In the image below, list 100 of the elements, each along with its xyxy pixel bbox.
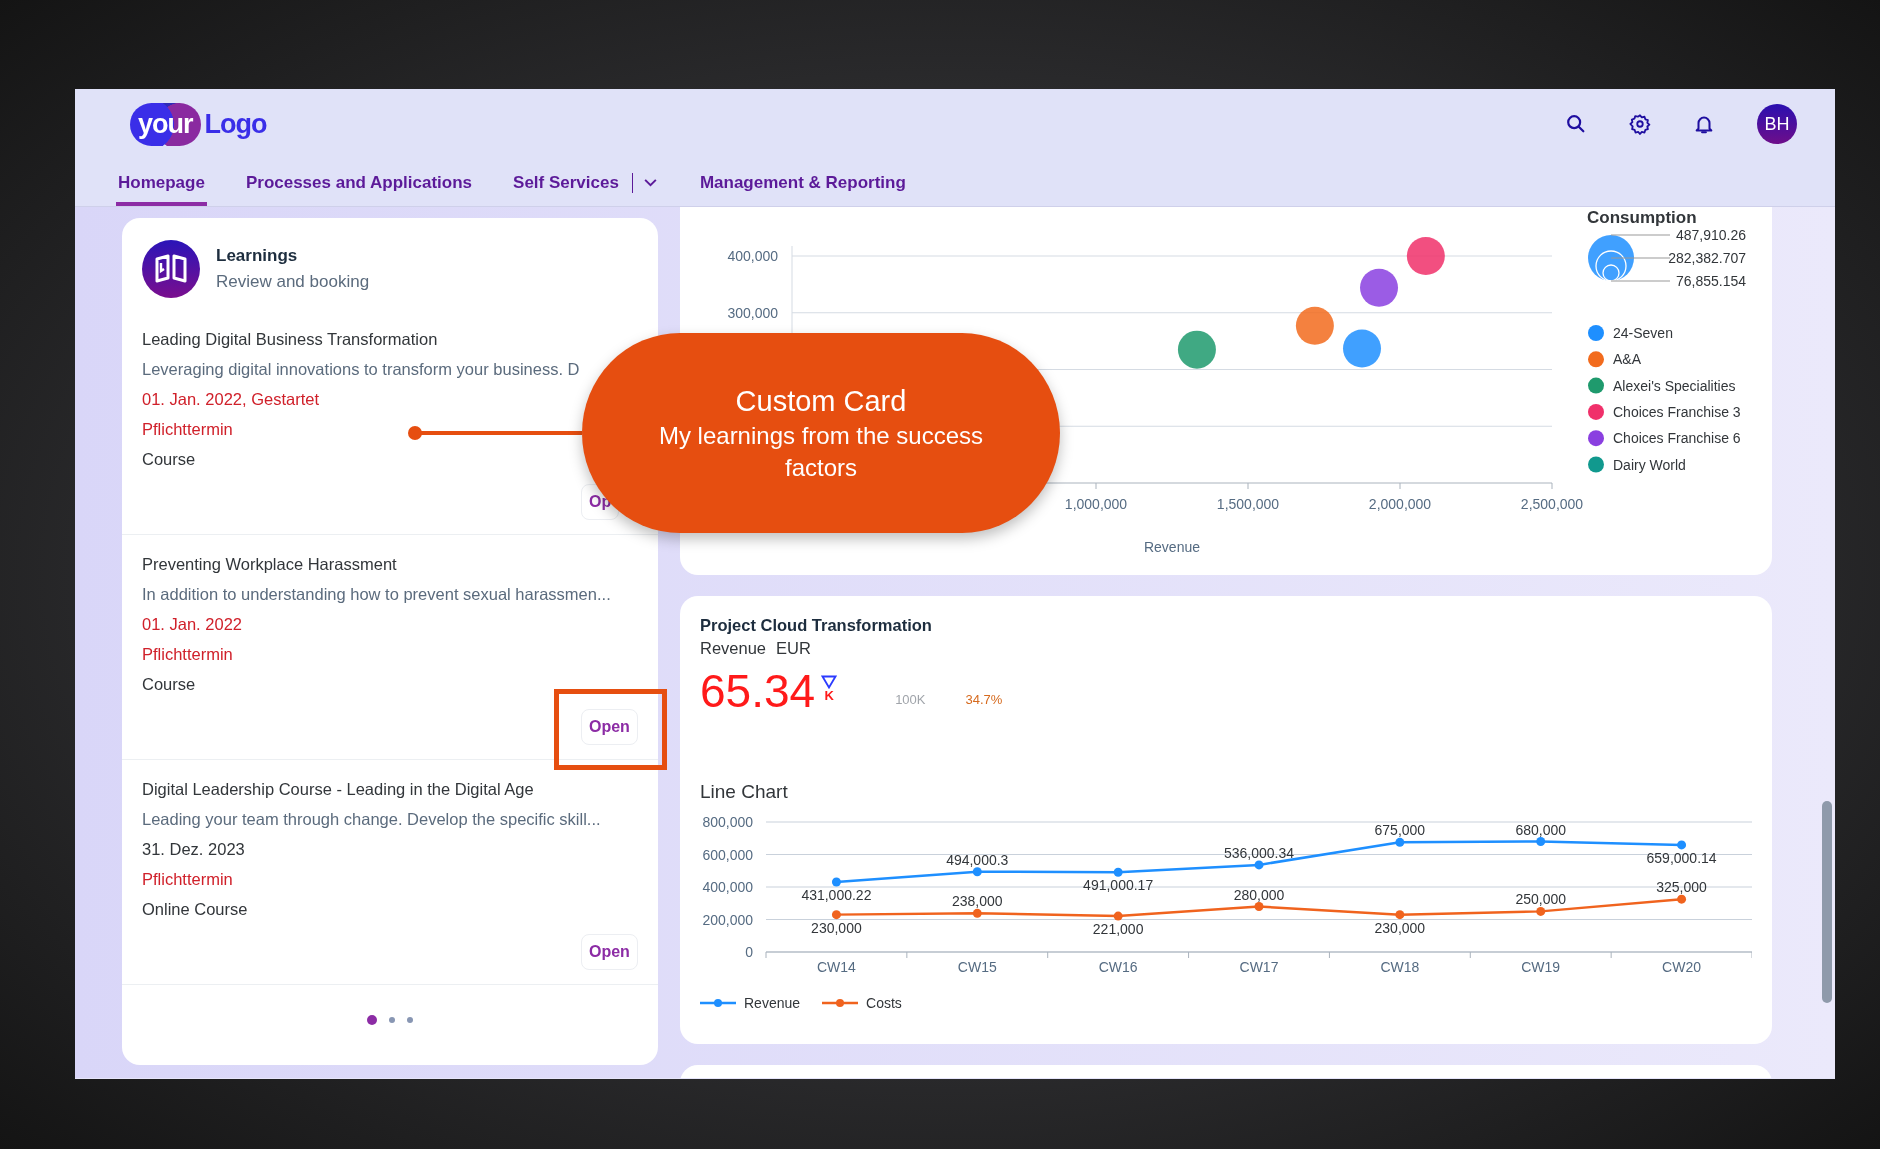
kpi-scale: K: [824, 689, 834, 703]
course-type: Course: [142, 674, 196, 695]
data-label: 238,000: [952, 893, 1003, 910]
data-point[interactable]: [1254, 860, 1264, 870]
course-type: Course: [142, 449, 196, 470]
course-title[interactable]: Leading Digital Business Transformation: [142, 324, 438, 354]
legend-label[interactable]: Costs: [866, 995, 902, 1011]
legend-label[interactable]: Alexei's Specialities: [1613, 377, 1736, 394]
axis-title: Revenue: [1144, 539, 1200, 555]
card-title: Project Cloud Transformation: [700, 615, 933, 636]
data-point[interactable]: [1254, 902, 1264, 911]
measure-label: Revenue: [700, 638, 767, 659]
course-date: 01. Jan. 2022, Gestartet: [142, 389, 320, 410]
page-indicator-dot[interactable]: [407, 1017, 413, 1023]
axis-tick-label: CW18: [1380, 959, 1420, 975]
data-label: 280,000: [1233, 886, 1285, 903]
axis-tick-label: 200,000: [702, 911, 753, 928]
data-point[interactable]: [831, 910, 841, 920]
axis-tick-label: 0: [745, 944, 753, 960]
course-title[interactable]: Preventing Workplace Harassment: [142, 549, 397, 579]
requirement-label: Pflichttermin: [142, 419, 233, 440]
axis-tick-label: CW14: [817, 959, 856, 975]
size-legend-value: 487,910.26: [1675, 227, 1746, 243]
open-button[interactable]: Open: [581, 709, 638, 745]
axis-tick-label: CW20: [1662, 959, 1701, 975]
data-label: 325,000: [1656, 879, 1707, 896]
search-icon[interactable]: [1565, 113, 1587, 135]
legend-title: Consumption: [1587, 208, 1697, 227]
requirement-label: Pflichttermin: [142, 869, 233, 890]
book-icon: [142, 240, 200, 298]
bubble[interactable]: [1406, 237, 1445, 275]
user-avatar[interactable]: BH: [1757, 104, 1797, 144]
axis-tick-label: CW19: [1521, 959, 1561, 975]
data-label: 680,000: [1515, 821, 1566, 838]
callout-text: My learnings from the success factors: [657, 421, 985, 483]
chart-title: Line Chart: [700, 780, 789, 804]
bubble[interactable]: [1177, 330, 1216, 369]
axis-tick-label: CW15: [957, 959, 997, 975]
data-point[interactable]: [972, 908, 982, 918]
axis-tick-label: CW17: [1239, 959, 1279, 975]
size-legend-value: 282,382.707: [1668, 250, 1746, 266]
data-point[interactable]: [1536, 837, 1546, 846]
data-label: 491,000.17: [1083, 877, 1154, 894]
data-label: 221,000: [1092, 921, 1144, 938]
data-label: 536,000.34: [1223, 844, 1295, 861]
data-point[interactable]: [1677, 840, 1687, 850]
data-point[interactable]: [1395, 837, 1405, 847]
data-label: 431,000.22: [801, 886, 872, 903]
axis-tick-label: 400,000: [702, 879, 753, 895]
axis-tick-label: 300,000: [727, 304, 778, 321]
nav-tab[interactable]: Processes and Applications: [243, 159, 475, 206]
nav-tab[interactable]: Management & Reporting: [697, 159, 908, 206]
legend-label[interactable]: 24-Seven: [1613, 325, 1673, 341]
bubble[interactable]: [1295, 306, 1334, 345]
nav-tab[interactable]: Self Services: [511, 159, 621, 206]
requirement-label: Pflichttermin: [142, 644, 233, 665]
page-indicator-dot[interactable]: [367, 1015, 377, 1025]
settings-icon[interactable]: [1629, 113, 1651, 135]
data-point[interactable]: [1113, 911, 1123, 921]
kpi-value: 65.34: [700, 666, 816, 716]
axis-tick-label: 600,000: [702, 846, 753, 863]
axis-tick-label: 2,500,000: [1520, 496, 1584, 512]
axis-tick-label: 2,000,000: [1368, 496, 1432, 512]
axis-tick-label: 400,000: [727, 248, 778, 264]
legend-label[interactable]: Revenue: [744, 995, 801, 1011]
course-description: Leveraging digital innovations to transform your business. D: [142, 359, 580, 380]
course-type: Online Course: [142, 899, 248, 920]
data-label: 659,000.14: [1646, 849, 1717, 866]
data-point[interactable]: [1113, 867, 1123, 877]
open-button[interactable]: Open: [581, 934, 638, 970]
data-point[interactable]: [1536, 906, 1546, 916]
card-subtitle: Review and booking: [216, 271, 370, 293]
data-point[interactable]: [1395, 910, 1405, 920]
legend-label[interactable]: Choices Franchise 3: [1613, 403, 1741, 420]
data-label: 494,000.3: [946, 851, 1009, 868]
bubble[interactable]: [1343, 329, 1381, 368]
data-point[interactable]: [831, 877, 841, 887]
data-point[interactable]: [1677, 894, 1687, 904]
card-title: Learnings: [216, 245, 299, 267]
unit-label: EUR: [776, 638, 811, 659]
axis-tick-label: 1,000,000: [1064, 496, 1128, 512]
scrollbar[interactable]: [1822, 801, 1832, 1003]
data-label: 230,000: [1374, 919, 1426, 936]
page-indicator-dot[interactable]: [389, 1017, 395, 1023]
course-title[interactable]: Digital Leadership Course - Leading in the Digital Age: [142, 774, 534, 804]
legend-label[interactable]: Choices Franchise 6: [1613, 430, 1741, 447]
target-value: 100K: [895, 691, 926, 707]
logo-badge: your: [130, 102, 201, 146]
data-point[interactable]: [972, 867, 982, 877]
course-date: 31. Dez. 2023: [142, 839, 245, 860]
legend-label[interactable]: A&A: [1613, 351, 1641, 368]
axis-tick-label: 800,000: [702, 814, 753, 830]
deviation-value: 34.7%: [965, 691, 1003, 707]
logo-text: Logo: [204, 108, 267, 140]
axis-tick-label: CW16: [1098, 959, 1138, 975]
course-description: Leading your team through change. Develop the specific skill...: [142, 809, 601, 830]
data-label: 250,000: [1515, 891, 1566, 908]
bubble[interactable]: [1360, 268, 1398, 307]
data-label: 230,000: [811, 919, 862, 936]
legend-label[interactable]: Dairy World: [1613, 456, 1686, 473]
